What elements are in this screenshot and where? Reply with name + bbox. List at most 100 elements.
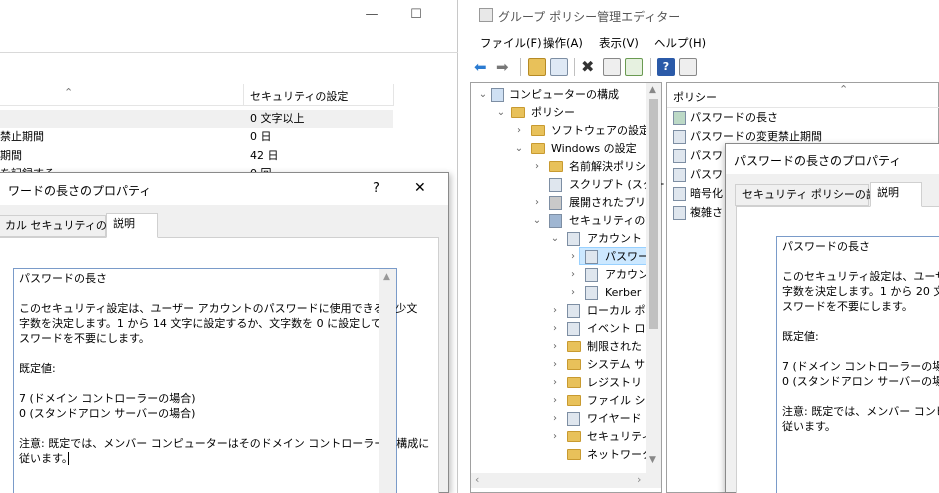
delete-icon[interactable]: ✖ [581, 58, 599, 76]
expand-icon[interactable]: › [513, 122, 525, 140]
row-name [0, 110, 240, 128]
desc-line: 注意: 既定では、メンバー コンピュー [782, 405, 939, 418]
menu-file[interactable]: ファイル(F) [480, 34, 542, 52]
expand-icon[interactable]: › [549, 374, 561, 392]
properties-icon[interactable] [603, 58, 621, 76]
minimize-icon[interactable]: — [358, 4, 386, 26]
column-header-setting[interactable]: セキュリティの設定 [250, 88, 348, 104]
tree-label: アカウン [605, 268, 649, 281]
tree-hscrollbar[interactable]: ‹ › [471, 473, 661, 488]
row-name[interactable]: 期間 [0, 147, 240, 165]
list-column-header[interactable]: ポリシー [673, 89, 717, 105]
desc-line: スワードを不要にします。 [19, 332, 150, 345]
tab-description[interactable]: 説明 [870, 182, 922, 207]
collapse-icon[interactable]: ⌄ [495, 104, 507, 122]
tree-label: Kerber [605, 286, 642, 299]
folder-icon [531, 125, 545, 136]
desc-heading: パスワードの長さ [19, 272, 107, 285]
help-icon[interactable]: ? [373, 181, 380, 196]
help-icon[interactable]: ? [657, 58, 675, 76]
printer-icon [549, 196, 562, 210]
tab-security-policy-setting[interactable]: セキュリティ ポリシーの設定 [735, 184, 888, 206]
maximize-icon[interactable]: ☐ [402, 4, 430, 26]
menu-action[interactable]: 操作(A) [543, 34, 583, 52]
window-titlebar[interactable]: グループ ポリシー管理エディター [470, 0, 939, 32]
expand-icon[interactable]: › [549, 338, 561, 356]
tree-label: セキュリティ [587, 430, 653, 443]
tab-description[interactable]: 説明 [106, 213, 158, 238]
column-separator[interactable] [243, 84, 244, 106]
property-dialog-left: ワードの長さのプロパティ ? ✕ カル セキュリティの設定 説明 パスワードの長… [0, 172, 449, 493]
expand-icon[interactable]: › [549, 428, 561, 446]
list-header: ⌃ セキュリティの設定 [0, 84, 393, 106]
expand-icon[interactable]: › [531, 194, 543, 212]
policy-icon [673, 187, 686, 201]
policy-icon [673, 149, 686, 163]
policy-icon [673, 111, 686, 125]
collapse-icon[interactable]: ⌄ [549, 230, 561, 248]
expand-icon[interactable]: › [549, 410, 561, 428]
dialog-titlebar[interactable]: ワードの長さのプロパティ ? ✕ [0, 173, 448, 205]
menu-help[interactable]: ヘルプ(H) [654, 34, 706, 52]
back-icon[interactable]: ⬅ [474, 58, 492, 76]
scroll-left-icon[interactable]: ‹ [475, 473, 479, 486]
tab-security-setting[interactable]: カル セキュリティの設定 [0, 215, 129, 237]
scroll-thumb[interactable] [649, 99, 658, 329]
forward-icon[interactable]: ➡ [496, 58, 514, 76]
collapse-icon[interactable]: ⌄ [477, 86, 489, 104]
sort-up-icon[interactable]: ⌃ [64, 86, 73, 99]
console-icon[interactable] [679, 58, 697, 76]
expand-icon[interactable]: › [567, 284, 579, 302]
expand-icon[interactable]: › [567, 266, 579, 284]
app-icon [479, 8, 493, 22]
expand-icon[interactable]: › [549, 302, 561, 320]
tree-scrollbar[interactable]: ▲ ▼ [646, 83, 661, 473]
scroll-up-icon[interactable]: ▲ [383, 270, 390, 285]
row-value: 0 日 [250, 130, 272, 143]
tree-label: ソフトウェアの設定 [551, 124, 650, 137]
policy-icon [585, 286, 598, 300]
tree-label: 展開されたプリン [569, 196, 657, 209]
desc-line: 字数を決定します。1 から 20 文字 [782, 285, 939, 298]
desc-line: 0 (スタンドアロン サーバーの場合) [19, 407, 196, 420]
expand-icon[interactable]: › [567, 248, 579, 266]
desc-line: スワードを不要にします。 [782, 300, 913, 313]
scrollbar[interactable]: ▲ [379, 269, 396, 493]
description-text[interactable]: パスワードの長さ このセキュリティ設定は、ユーザー ア 字数を決定します。1 か… [776, 236, 939, 493]
row-name[interactable]: 禁止期間 [0, 128, 240, 146]
tree-label: レジストリ [587, 376, 642, 389]
expand-icon[interactable]: › [549, 392, 561, 410]
folder-icon [531, 143, 545, 154]
collapse-icon[interactable]: ⌄ [531, 212, 543, 230]
show-hide-tree-icon[interactable] [550, 58, 568, 76]
collapse-icon[interactable]: ⌄ [513, 140, 525, 158]
desc-line: 既定値: [782, 330, 819, 343]
desc-line: 従います。 [782, 420, 836, 433]
close-icon[interactable]: ✕ [414, 180, 426, 196]
tree-label: 制限された [587, 340, 642, 353]
tree-pane[interactable]: ⌄ コンピューターの構成 ⌄ ポリシー › ソフトウェアの設定 ⌄ Window… [470, 82, 665, 493]
list-label: パスワードの長さ [690, 111, 778, 124]
expand-icon[interactable]: › [549, 320, 561, 338]
scroll-right-icon[interactable]: › [637, 473, 641, 486]
expand-icon[interactable]: › [531, 158, 543, 176]
tree-label: コンピューターの構成 [509, 88, 619, 101]
toolbar-separator [520, 58, 521, 76]
description-text[interactable]: パスワードの長さ このセキュリティ設定は、ユーザー アカウントのパスワードに使用… [13, 268, 429, 493]
policy-icon [585, 250, 598, 264]
expand-icon[interactable]: › [549, 356, 561, 374]
export-icon[interactable] [625, 58, 643, 76]
desc-heading: パスワードの長さ [782, 240, 870, 253]
sort-up-icon[interactable]: ⌃ [839, 83, 848, 96]
list-label: パスワ [690, 149, 723, 162]
dialog-title: パスワードの長さのプロパティ [734, 154, 902, 168]
column-separator[interactable] [393, 84, 394, 106]
list-label: 暗号化 [690, 187, 723, 200]
scroll-up-icon[interactable]: ▲ [649, 85, 656, 95]
up-folder-icon[interactable] [528, 58, 546, 76]
scroll-down-icon[interactable]: ▼ [649, 455, 656, 465]
divider [667, 107, 939, 108]
menu-view[interactable]: 表示(V) [599, 34, 639, 52]
dialog-titlebar[interactable]: パスワードの長さのプロパティ [726, 144, 939, 174]
policy-icon [673, 168, 686, 182]
